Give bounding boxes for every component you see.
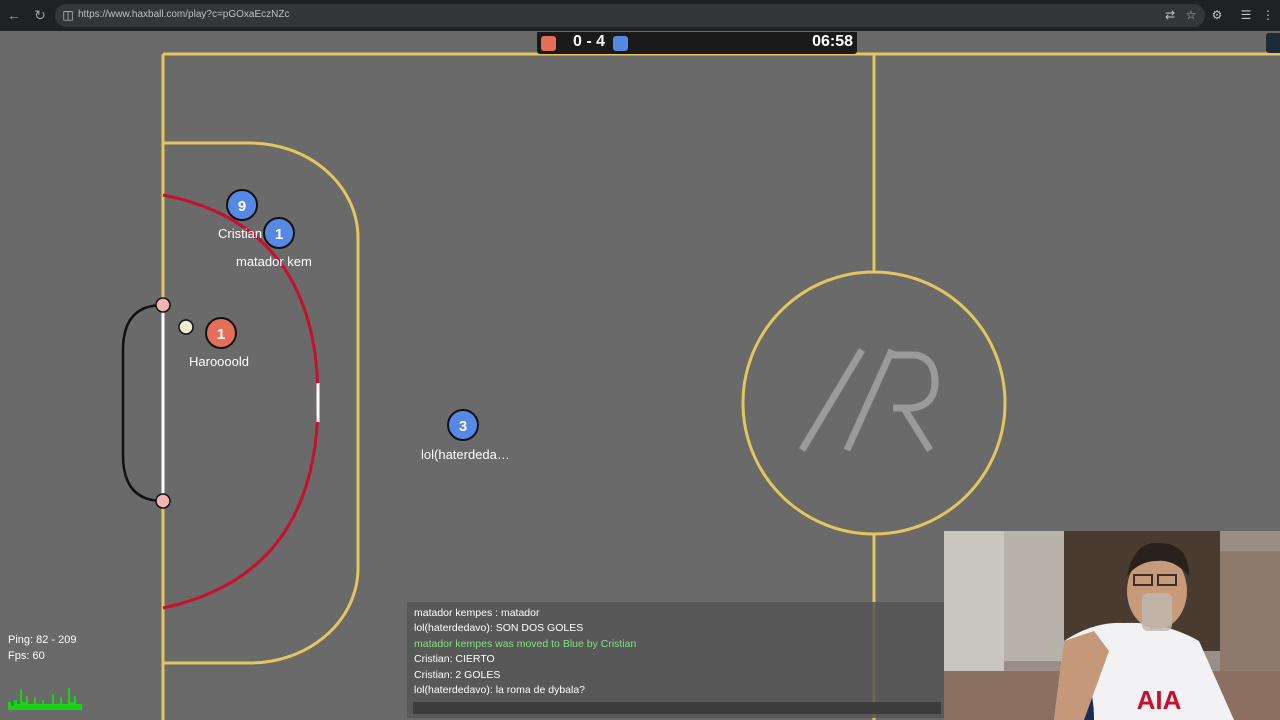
translate-icon[interactable]: ⇄ <box>1162 7 1178 23</box>
chat-message: lol(haterdedavo): SON DOS GOLES <box>414 622 584 634</box>
player-name: Cristian <box>218 226 263 241</box>
scoreboard: 0 - 4 06:58 <box>537 32 857 54</box>
fps-graph <box>8 688 82 710</box>
chat-message: lol(haterdedavo): la roma de dybala? <box>414 684 586 696</box>
player-number: 1 <box>275 226 283 243</box>
webcam-image: AIA <box>944 531 1280 720</box>
player-name: lol(haterdeda… <box>421 447 508 462</box>
settings-icon[interactable]: ☰ <box>1238 7 1254 23</box>
menu-toggle[interactable] <box>1266 33 1280 53</box>
player-disc: 1 <box>263 217 295 249</box>
player-name: matador kem <box>236 254 312 269</box>
back-icon[interactable]: ← <box>6 7 22 23</box>
browser-toolbar: ← ↻ ◫ https://www.haxball.com/play?c=pGO… <box>0 0 1280 31</box>
player-number: 1 <box>217 326 225 343</box>
extensions-icon[interactable]: ⚙ <box>1209 7 1225 23</box>
score: 0 - 4 <box>572 33 605 50</box>
chat-message: Cristian: 2 GOLES <box>414 669 501 681</box>
red-team-icon <box>541 36 556 51</box>
match-timer: 06:58 <box>812 33 853 50</box>
webcam-overlay: AIA <box>944 531 1280 720</box>
bookmark-star-icon[interactable]: ☆ <box>1183 7 1199 23</box>
player-name: Haroooold <box>189 354 249 369</box>
player-number: 3 <box>459 418 467 435</box>
stats-panel: Ping: 82 - 209 Fps: 60 <box>8 632 77 664</box>
url-text[interactable]: https://www.haxball.com/play?c=pGOxaEczN… <box>78 9 289 20</box>
chat-message: Cristian: CIERTO <box>414 653 495 665</box>
chat-message: matador kempes was moved to Blue by Cris… <box>414 638 637 650</box>
goal-post-bottom <box>155 493 171 509</box>
site-info-icon[interactable]: ◫ <box>60 7 76 23</box>
player-number: 9 <box>238 198 246 215</box>
jersey-text: AIA <box>1137 685 1182 715</box>
chat-panel: matador kempes : matador lol(haterdedavo… <box>407 602 944 718</box>
player-disc: 1 <box>205 317 237 349</box>
player-disc: 3 <box>447 409 479 441</box>
ping-text: Ping: 82 - 209 <box>8 634 77 646</box>
fps-text: Fps: 60 <box>8 650 45 662</box>
chat-input[interactable] <box>413 702 941 714</box>
blue-team-icon <box>613 36 628 51</box>
chat-message: matador kempes : matador <box>414 607 540 619</box>
goal-post-top <box>155 297 171 313</box>
reload-icon[interactable]: ↻ <box>32 7 48 23</box>
player-disc: 9 <box>226 189 258 221</box>
ball <box>178 319 194 335</box>
profile-icon[interactable]: ⋮ <box>1260 7 1276 23</box>
